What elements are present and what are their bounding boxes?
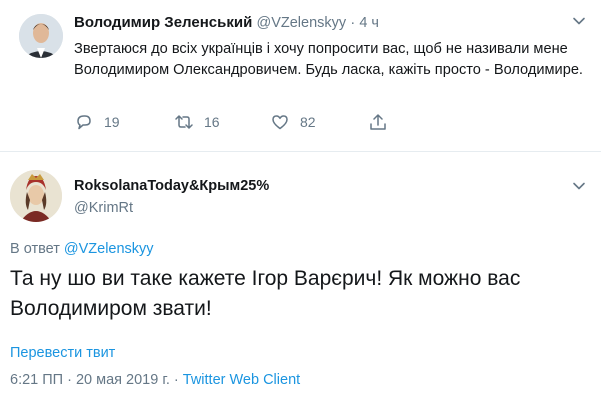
like-count: 82 [300, 114, 316, 130]
translate-link[interactable]: Перевести твит [10, 345, 115, 361]
reply-text: Та ну шо ви таке кажете Ігор Варєрич! Як… [10, 267, 521, 320]
reply-icon [77, 115, 91, 130]
avatar[interactable] [19, 14, 63, 58]
share-button[interactable] [368, 111, 398, 133]
separator: · [350, 15, 356, 31]
author-name[interactable]: RoksolanaToday&Крым25% [74, 178, 269, 194]
retweet-icon [175, 115, 193, 129]
original-tweet[interactable]: Володимир Зеленський @VZelenskyy · 4 ч З… [0, 0, 601, 152]
reply-prefix: В ответ [10, 241, 60, 257]
author-handle[interactable]: @VZelenskyy [256, 15, 346, 31]
author-handle[interactable]: @KrimRt [74, 200, 269, 216]
reply-header: RoksolanaToday&Крым25% @KrimRt [74, 178, 269, 216]
retweet-count: 16 [204, 114, 220, 130]
tweet-header: Володимир Зеленський @VZelenskyy · 4 ч [74, 14, 379, 31]
chevron-down-icon[interactable] [572, 14, 586, 28]
reply-context: В ответ @VZelenskyy [10, 241, 154, 257]
chevron-down-icon[interactable] [572, 179, 586, 193]
reply-button[interactable]: 19 [74, 111, 120, 133]
reply-count: 19 [104, 114, 120, 130]
tweet-text: Звертаюся до всіх українців і хочу попро… [74, 41, 583, 78]
retweet-button[interactable]: 16 [174, 111, 220, 133]
like-button[interactable]: 82 [270, 111, 316, 133]
reply-to-link[interactable]: @VZelenskyy [64, 241, 154, 257]
tweet-meta: 6:21 ПП · 20 мая 2019 г. · Twitter Web C… [10, 372, 300, 388]
share-icon [370, 114, 386, 130]
heart-icon [272, 115, 288, 130]
avatar[interactable] [10, 170, 62, 222]
source-link[interactable]: Twitter Web Client [183, 372, 300, 388]
author-name[interactable]: Володимир Зеленський [74, 14, 252, 31]
tweet-time[interactable]: 4 ч [359, 15, 379, 31]
timestamp[interactable]: 6:21 ПП · 20 мая 2019 г. · [10, 372, 183, 388]
